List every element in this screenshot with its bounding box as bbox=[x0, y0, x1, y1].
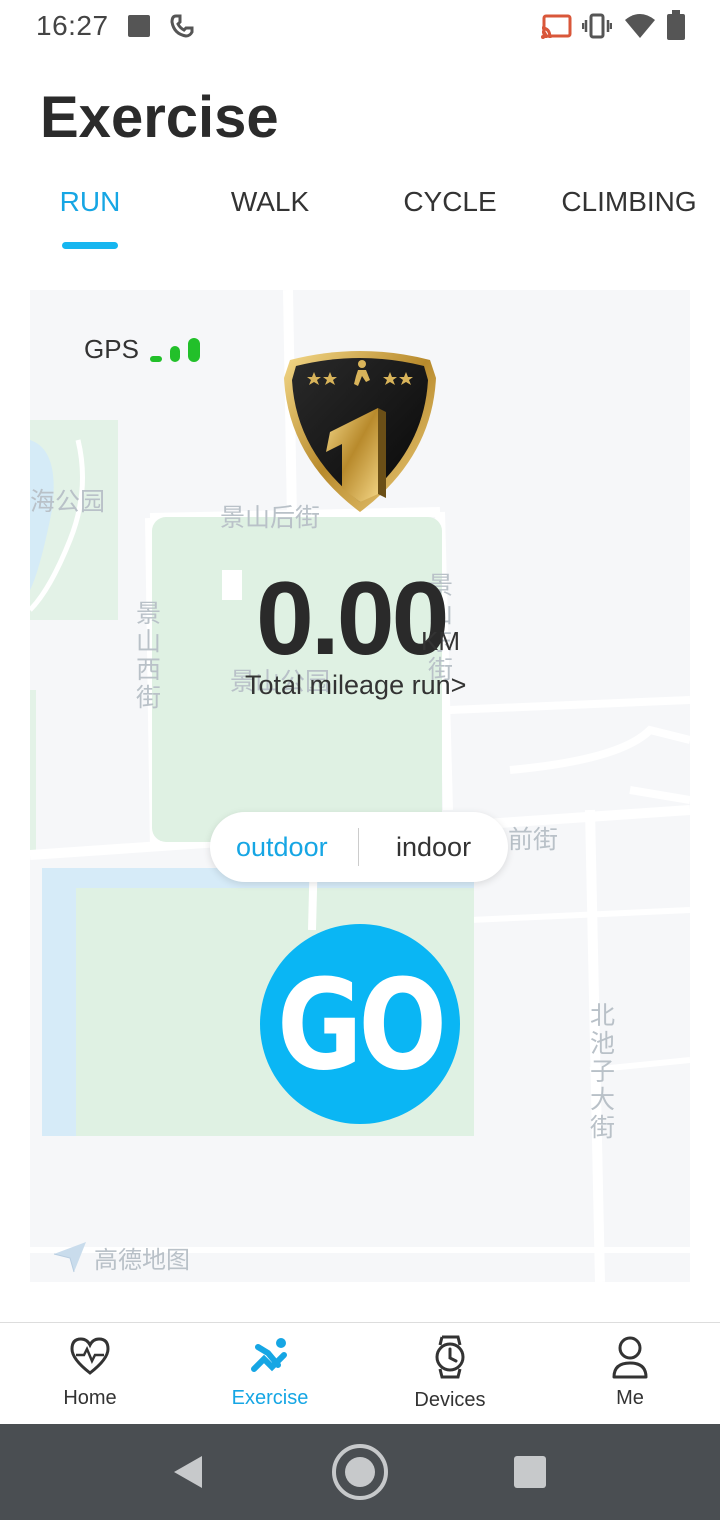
system-nav-bar bbox=[0, 1424, 720, 1520]
go-button-label: GO bbox=[277, 951, 447, 1099]
nav-exercise[interactable]: Exercise bbox=[180, 1323, 360, 1425]
person-icon bbox=[612, 1336, 648, 1379]
distance-unit: KM bbox=[421, 626, 460, 656]
nav-home-label: Home bbox=[63, 1387, 117, 1409]
nav-devices-label: Devices bbox=[414, 1389, 486, 1411]
runner-icon bbox=[251, 1338, 287, 1372]
tab-cycle[interactable]: CYCLE bbox=[390, 186, 510, 218]
recent-apps-icon[interactable] bbox=[514, 1456, 546, 1488]
watch-icon bbox=[435, 1335, 465, 1379]
back-icon[interactable] bbox=[170, 1452, 210, 1492]
stop-icon bbox=[128, 15, 150, 37]
tab-climbing[interactable]: CLIMBING bbox=[556, 186, 702, 218]
call-icon bbox=[170, 14, 194, 38]
amap-logo-icon bbox=[53, 1242, 86, 1273]
total-mileage-link[interactable]: Total mileage run> bbox=[245, 670, 466, 701]
tab-run[interactable]: RUN bbox=[40, 186, 140, 218]
active-tab-indicator bbox=[62, 242, 118, 249]
nav-devices[interactable]: Devices bbox=[360, 1323, 540, 1425]
map-label-beihai: 海公园 bbox=[30, 487, 106, 516]
heart-pulse-icon bbox=[70, 1337, 110, 1375]
gps-label: GPS bbox=[84, 334, 139, 364]
mode-outdoor-button[interactable]: outdoor bbox=[236, 832, 328, 863]
vibrate-icon bbox=[582, 13, 612, 39]
battery-icon bbox=[667, 10, 685, 40]
map-label-jingshan-west: 景山西街 bbox=[136, 599, 162, 712]
mode-indoor-button[interactable]: indoor bbox=[396, 832, 471, 863]
nav-me[interactable]: Me bbox=[540, 1323, 720, 1425]
nav-me-label: Me bbox=[616, 1387, 644, 1409]
cast-icon bbox=[541, 14, 572, 39]
nav-exercise-label: Exercise bbox=[231, 1387, 309, 1409]
mode-toggle: outdoor indoor bbox=[210, 812, 508, 882]
bottom-nav: Home Exercise Devices Me bbox=[0, 1322, 720, 1425]
map-label-beichizi: 北池子大街 bbox=[590, 1001, 616, 1142]
gps-signal-icon bbox=[150, 338, 200, 362]
tab-walk[interactable]: WALK bbox=[210, 186, 330, 218]
map-label-qianjie: 前街 bbox=[508, 825, 559, 854]
wifi-icon bbox=[625, 14, 655, 38]
page-title: Exercise bbox=[40, 85, 279, 150]
status-bar: 16:27 bbox=[0, 0, 720, 56]
map-provider-label: 高德地图 bbox=[94, 1246, 190, 1274]
home-icon[interactable] bbox=[330, 1442, 390, 1502]
rank-badge-icon bbox=[284, 351, 436, 512]
status-time: 16:27 bbox=[36, 10, 109, 41]
go-button[interactable]: GO bbox=[260, 924, 460, 1124]
nav-home[interactable]: Home bbox=[0, 1323, 180, 1425]
distance-value: 0.00 bbox=[256, 561, 449, 677]
mode-divider bbox=[358, 828, 359, 866]
